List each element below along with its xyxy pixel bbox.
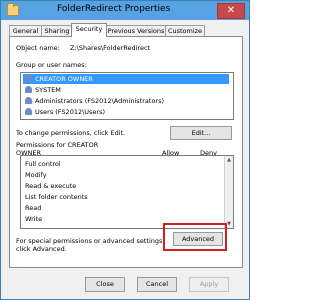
user-item-users[interactable]: Users (FS2012\Users)	[23, 107, 229, 117]
cancel-button[interactable]: Cancel	[137, 277, 177, 292]
permission-label: Modify	[25, 171, 47, 179]
close-icon: ✕	[226, 5, 236, 16]
user-item-system[interactable]: SYSTEM	[23, 85, 229, 95]
close-button[interactable]: Close	[85, 277, 125, 292]
tab-security[interactable]: Security	[71, 23, 107, 37]
title-bar[interactable]: FolderRedirect Properties ✕	[1, 1, 249, 20]
user-group-icon	[25, 86, 32, 93]
folder-icon	[7, 3, 19, 16]
user-item-label: Users (FS2012\Users)	[35, 108, 106, 116]
user-item-label: Administrators (FS2012\Administrators)	[35, 97, 165, 105]
permission-label: Full control	[25, 160, 61, 168]
users-listbox[interactable]: CREATOR OWNER SYSTEM Administrators (FS2…	[20, 72, 234, 120]
special-permissions-text-line1: For special permissions or advanced sett…	[16, 237, 165, 245]
user-item-administrators[interactable]: Administrators (FS2012\Administrators)	[23, 96, 229, 106]
object-name-label: Object name:	[16, 44, 60, 52]
permission-label: Read	[25, 204, 42, 212]
special-permissions-text-line2: click Advanced.	[16, 245, 67, 253]
user-group-icon	[25, 108, 32, 115]
edit-button[interactable]: Edit...	[170, 126, 232, 140]
permission-row: Read & execute	[25, 182, 225, 191]
permission-label: Write	[25, 215, 43, 223]
change-permissions-text: To change permissions, click Edit.	[16, 129, 126, 137]
permission-row: Read	[25, 204, 225, 213]
permissions-list: Full control Modify Read & execute List …	[20, 155, 234, 229]
group-or-user-names-label: Group or user names:	[16, 61, 87, 69]
advanced-button[interactable]: Advanced	[173, 232, 223, 246]
scroll-up-arrow-icon[interactable]: ▲	[226, 157, 232, 163]
close-window-button[interactable]: ✕	[217, 3, 245, 19]
apply-button[interactable]: Apply	[189, 277, 229, 292]
user-group-icon	[25, 97, 32, 104]
user-item-label: CREATOR OWNER	[35, 75, 93, 83]
permission-row: Full control	[25, 160, 225, 169]
object-name-value: Z:\Shares\FolderRedirect	[70, 44, 151, 52]
user-group-icon	[25, 75, 32, 82]
user-item-creator-owner[interactable]: CREATOR OWNER	[23, 74, 229, 84]
window-title: FolderRedirect Properties	[57, 4, 171, 14]
permission-label: List folder contents	[25, 193, 88, 201]
properties-window: FolderRedirect Properties ✕ General Shar…	[0, 0, 250, 300]
permission-row: List folder contents	[25, 193, 225, 202]
permission-label: Read & execute	[25, 182, 77, 190]
permissions-for-label-line1: Permissions for CREATOR	[16, 141, 99, 149]
permission-row: Modify	[25, 171, 225, 180]
user-item-label: SYSTEM	[35, 86, 61, 94]
permissions-scrollbar[interactable]: ▲ ▼	[224, 156, 233, 228]
